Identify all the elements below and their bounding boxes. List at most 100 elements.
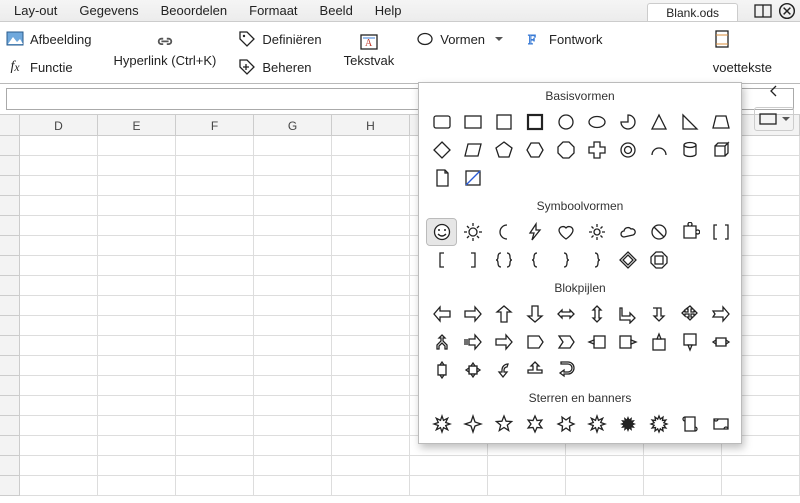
col-header[interactable]: G [254,114,332,136]
shape-brackets-square[interactable] [706,219,735,245]
col-header[interactable]: E [98,114,176,136]
col-header[interactable]: D [20,114,98,136]
sidebar-expand-icon[interactable] [766,84,782,101]
close-icon[interactable] [778,3,796,19]
shape-puzzle[interactable] [675,219,704,245]
shape-callout-up[interactable] [644,329,673,355]
shape-callout-quad[interactable] [458,357,487,383]
shape-braces[interactable] [489,247,518,273]
menu-help[interactable]: Help [365,1,412,20]
shape-striped-right[interactable] [458,329,487,355]
shape-ring[interactable] [613,137,642,163]
shape-arrow-up[interactable] [489,301,518,327]
shape-star12[interactable] [644,411,673,437]
fontwork-button[interactable]: F Fontwork [525,28,602,50]
shape-callout-updown[interactable] [427,357,456,383]
shape-cube[interactable] [706,137,735,163]
shape-square-thick[interactable] [520,109,549,135]
shape-arrow-corner-right[interactable] [613,301,642,327]
shape-scroll-h[interactable] [706,411,735,437]
shape-arrow-left[interactable] [427,301,456,327]
shape-cylinder[interactable] [675,137,704,163]
shape-arrow-right-notched[interactable] [706,301,735,327]
shape-hexagon[interactable] [520,137,549,163]
shape-chevron-home[interactable] [520,329,549,355]
col-header[interactable]: F [176,114,254,136]
menu-format[interactable]: Formaat [239,1,307,20]
functie-button[interactable]: fx Functie [6,56,91,78]
shape-arrow-quad[interactable] [675,301,704,327]
shape-heart[interactable] [551,219,580,245]
shape-ellipse[interactable] [582,109,611,135]
shape-page[interactable] [427,165,456,191]
shape-right-triangle[interactable] [675,109,704,135]
shape-square[interactable] [489,109,518,135]
shape-lightning[interactable] [520,219,549,245]
shape-chevron[interactable] [551,329,580,355]
shape-star4[interactable] [458,411,487,437]
shape-explosion1[interactable] [427,411,456,437]
shape-no-entry[interactable] [644,219,673,245]
shape-rect-rounded[interactable] [427,109,456,135]
shape-trapezoid[interactable] [706,109,735,135]
shape-moon[interactable] [489,219,518,245]
border-style-dropdown[interactable] [754,107,794,131]
hyperlink-button[interactable]: Hyperlink (Ctrl+K) [113,28,216,72]
shape-parallelogram[interactable] [458,137,487,163]
menu-layout[interactable]: Lay-out [4,1,67,20]
shape-cloud[interactable] [613,219,642,245]
shape-diamond[interactable] [427,137,456,163]
shape-callout-right[interactable] [613,329,642,355]
shape-brace-right2[interactable] [582,247,611,273]
shape-gear[interactable] [582,219,611,245]
shape-brace-left[interactable] [520,247,549,273]
shape-circle[interactable] [551,109,580,135]
shape-plus[interactable] [582,137,611,163]
shape-bracket-left[interactable] [427,247,456,273]
shape-star6b[interactable] [551,411,580,437]
shape-callout-leftright[interactable] [706,329,735,355]
shape-circle-segment[interactable] [613,109,642,135]
col-header[interactable]: H [332,114,410,136]
shape-arrow-updown[interactable] [582,301,611,327]
shape-smiley[interactable] [427,219,456,245]
shape-star5[interactable] [489,411,518,437]
shape-arrow-leftright[interactable] [551,301,580,327]
shape-arrow-down[interactable] [520,301,549,327]
shape-octagon[interactable] [551,137,580,163]
shape-star8[interactable] [582,411,611,437]
shape-sun[interactable] [458,219,487,245]
shape-scroll-v[interactable] [675,411,704,437]
shape-pentagon-arrow[interactable] [489,329,518,355]
afbeelding-button[interactable]: Afbeelding [6,28,91,50]
shape-star6a[interactable] [520,411,549,437]
shape-callout-left[interactable] [582,329,611,355]
shape-rect[interactable] [458,109,487,135]
shape-arrow-curve-left[interactable] [489,357,518,383]
menu-image[interactable]: Beeld [310,1,363,20]
shape-arrow-right[interactable] [458,301,487,327]
shape-bracket-right[interactable] [458,247,487,273]
shapes-dropdown[interactable]: Vormen [416,28,503,50]
shape-arc[interactable] [644,137,673,163]
shape-diagonal-rect[interactable] [458,165,487,191]
shape-arrow-t-up[interactable] [520,357,549,383]
shape-pentagon[interactable] [489,137,518,163]
sidebar-toggle-icon[interactable] [754,3,772,19]
document-tab[interactable]: Blank.ods [647,3,738,21]
manage-button[interactable]: Beheren [238,56,321,78]
shape-brace-right[interactable] [551,247,580,273]
menu-review[interactable]: Beoordelen [151,1,238,20]
shape-explosion2[interactable] [613,411,642,437]
shape-arrow-s[interactable] [551,357,580,383]
menu-data[interactable]: Gegevens [69,1,148,20]
shape-callout-down[interactable] [675,329,704,355]
textbox-button[interactable]: A Tekstvak [344,28,395,72]
define-button[interactable]: Definiëren [238,28,321,50]
shape-octagon-bevel[interactable] [644,247,673,273]
shape-arrow-corner-down[interactable] [644,301,673,327]
shape-split-arrow[interactable] [427,329,456,355]
header-footer-button[interactable] [713,28,772,50]
shape-triangle[interactable] [644,109,673,135]
shape-diamond-bevel[interactable] [613,247,642,273]
